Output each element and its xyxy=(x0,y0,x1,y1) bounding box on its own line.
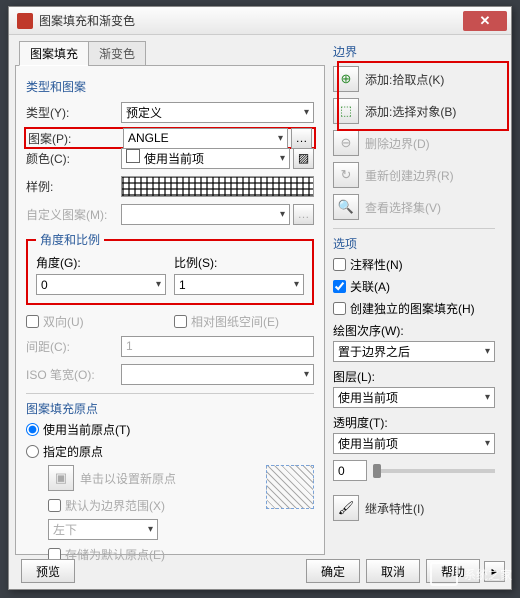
label-color: 颜色(C): xyxy=(26,150,121,167)
select-iso xyxy=(121,364,314,385)
preview-button[interactable]: 预览 xyxy=(21,559,75,583)
origin-preview xyxy=(266,465,314,509)
add-pick-point-button[interactable]: ⊕ xyxy=(333,66,359,92)
recreate-boundary-button: ↻ xyxy=(333,162,359,188)
label-remove-boundary: 删除边界(D) xyxy=(365,135,430,152)
app-icon xyxy=(17,13,33,29)
label-view-selection: 查看选择集(V) xyxy=(365,199,441,216)
label-transparency: 透明度(T): xyxy=(333,414,495,431)
input-spacing: 1 xyxy=(121,336,314,357)
label-twoway: 双向(U) xyxy=(43,313,84,330)
label-layer: 图层(L): xyxy=(333,368,495,385)
ok-button[interactable]: 确定 xyxy=(306,559,360,583)
checkbox-relpaper[interactable] xyxy=(174,315,187,328)
checkbox-annotative[interactable] xyxy=(333,258,346,271)
label-associative: 关联(A) xyxy=(350,278,390,295)
label-type: 类型(Y): xyxy=(26,104,121,121)
label-use-current-origin: 使用当前原点(T) xyxy=(43,421,130,438)
group-boundary: 边界 xyxy=(333,43,495,60)
label-default-boundary: 默认为边界范围(X) xyxy=(65,497,165,514)
watermark-text: 系统之家 xyxy=(464,566,512,583)
select-color[interactable]: 使用当前项 xyxy=(121,148,290,169)
label-add-select: 添加:选择对象(B) xyxy=(365,103,456,120)
close-button[interactable]: ✕ xyxy=(463,11,507,31)
slider-thumb[interactable] xyxy=(373,464,381,478)
group-origin: 图案填充原点 xyxy=(26,393,314,417)
radio-specified-origin[interactable] xyxy=(26,445,39,458)
select-custom-pattern xyxy=(121,204,290,225)
group-type-pattern: 类型和图案 xyxy=(26,78,314,95)
checkbox-twoway[interactable] xyxy=(26,315,39,328)
label-custom-pattern: 自定义图案(M): xyxy=(26,206,121,223)
select-type[interactable]: 预定义 xyxy=(121,102,314,123)
checkbox-default-boundary xyxy=(48,499,61,512)
checkbox-independent[interactable] xyxy=(333,302,346,315)
radio-use-current-origin[interactable] xyxy=(26,423,39,436)
view-selection-button: 🔍 xyxy=(333,194,359,220)
color-swatch-icon xyxy=(126,149,140,163)
label-draworder: 绘图次序(W): xyxy=(333,322,495,339)
transparency-slider[interactable] xyxy=(373,469,495,473)
select-pattern[interactable]: ANGLE xyxy=(123,128,288,149)
label-iso: ISO 笔宽(O): xyxy=(26,366,121,383)
checkbox-associative[interactable] xyxy=(333,280,346,293)
set-origin-button: ▣ xyxy=(48,465,74,491)
label-annotative: 注释性(N) xyxy=(350,256,403,273)
tab-strip: 图案填充 渐变色 xyxy=(19,41,325,66)
dialog-window: 图案填充和渐变色 ✕ 图案填充 渐变色 类型和图案 类型(Y): 预定义 图案(… xyxy=(8,6,512,590)
label-click-set-origin: 单击以设置新原点 xyxy=(80,470,176,487)
input-transparency-num[interactable]: 0 xyxy=(333,460,367,481)
select-origin-position: 左下 xyxy=(48,519,158,540)
watermark-logo-icon xyxy=(430,562,458,586)
label-scale: 比例(S): xyxy=(174,254,304,271)
pattern-browse-button[interactable]: … xyxy=(291,128,312,149)
select-angle[interactable]: 0 xyxy=(36,274,166,295)
label-specified-origin: 指定的原点 xyxy=(43,443,103,460)
legend-angle-scale: 角度和比例 xyxy=(36,231,104,248)
label-sample: 样例: xyxy=(26,178,121,195)
label-spacing: 间距(C): xyxy=(26,338,121,355)
label-recreate-boundary: 重新创建边界(R) xyxy=(365,167,454,184)
sample-swatch[interactable] xyxy=(121,176,314,197)
add-select-object-button[interactable]: ⬚ xyxy=(333,98,359,124)
group-options: 选项 xyxy=(333,228,495,252)
tab-gradient[interactable]: 渐变色 xyxy=(88,41,146,66)
label-relpaper: 相对图纸空间(E) xyxy=(191,313,279,330)
label-pattern: 图案(P): xyxy=(28,130,123,147)
main-panel: 类型和图案 类型(Y): 预定义 图案(P): ANGLE … 颜色(C): 使… xyxy=(15,65,325,555)
label-add-pick: 添加:拾取点(K) xyxy=(365,71,444,88)
tab-hatch[interactable]: 图案填充 xyxy=(19,41,89,66)
label-inherit: 继承特性(I) xyxy=(365,500,424,517)
select-draworder[interactable]: 置于边界之后 xyxy=(333,341,495,362)
select-transparency[interactable]: 使用当前项 xyxy=(333,433,495,454)
select-scale[interactable]: 1 xyxy=(174,274,304,295)
label-independent: 创建独立的图案填充(H) xyxy=(350,300,475,317)
select-layer[interactable]: 使用当前项 xyxy=(333,387,495,408)
inherit-button[interactable]: 🖌 xyxy=(333,495,359,521)
watermark: 系统之家 xyxy=(430,562,512,586)
group-angle-scale: 角度和比例 角度(G): 0 比例(S): 1 xyxy=(26,231,314,305)
cancel-button[interactable]: 取消 xyxy=(366,559,420,583)
color-picker-button[interactable]: ▨ xyxy=(293,148,314,169)
window-title: 图案填充和渐变色 xyxy=(39,12,463,29)
titlebar: 图案填充和渐变色 ✕ xyxy=(9,7,511,35)
custom-browse-button: … xyxy=(293,204,314,225)
label-angle: 角度(G): xyxy=(36,254,166,271)
remove-boundary-button: ⊖ xyxy=(333,130,359,156)
